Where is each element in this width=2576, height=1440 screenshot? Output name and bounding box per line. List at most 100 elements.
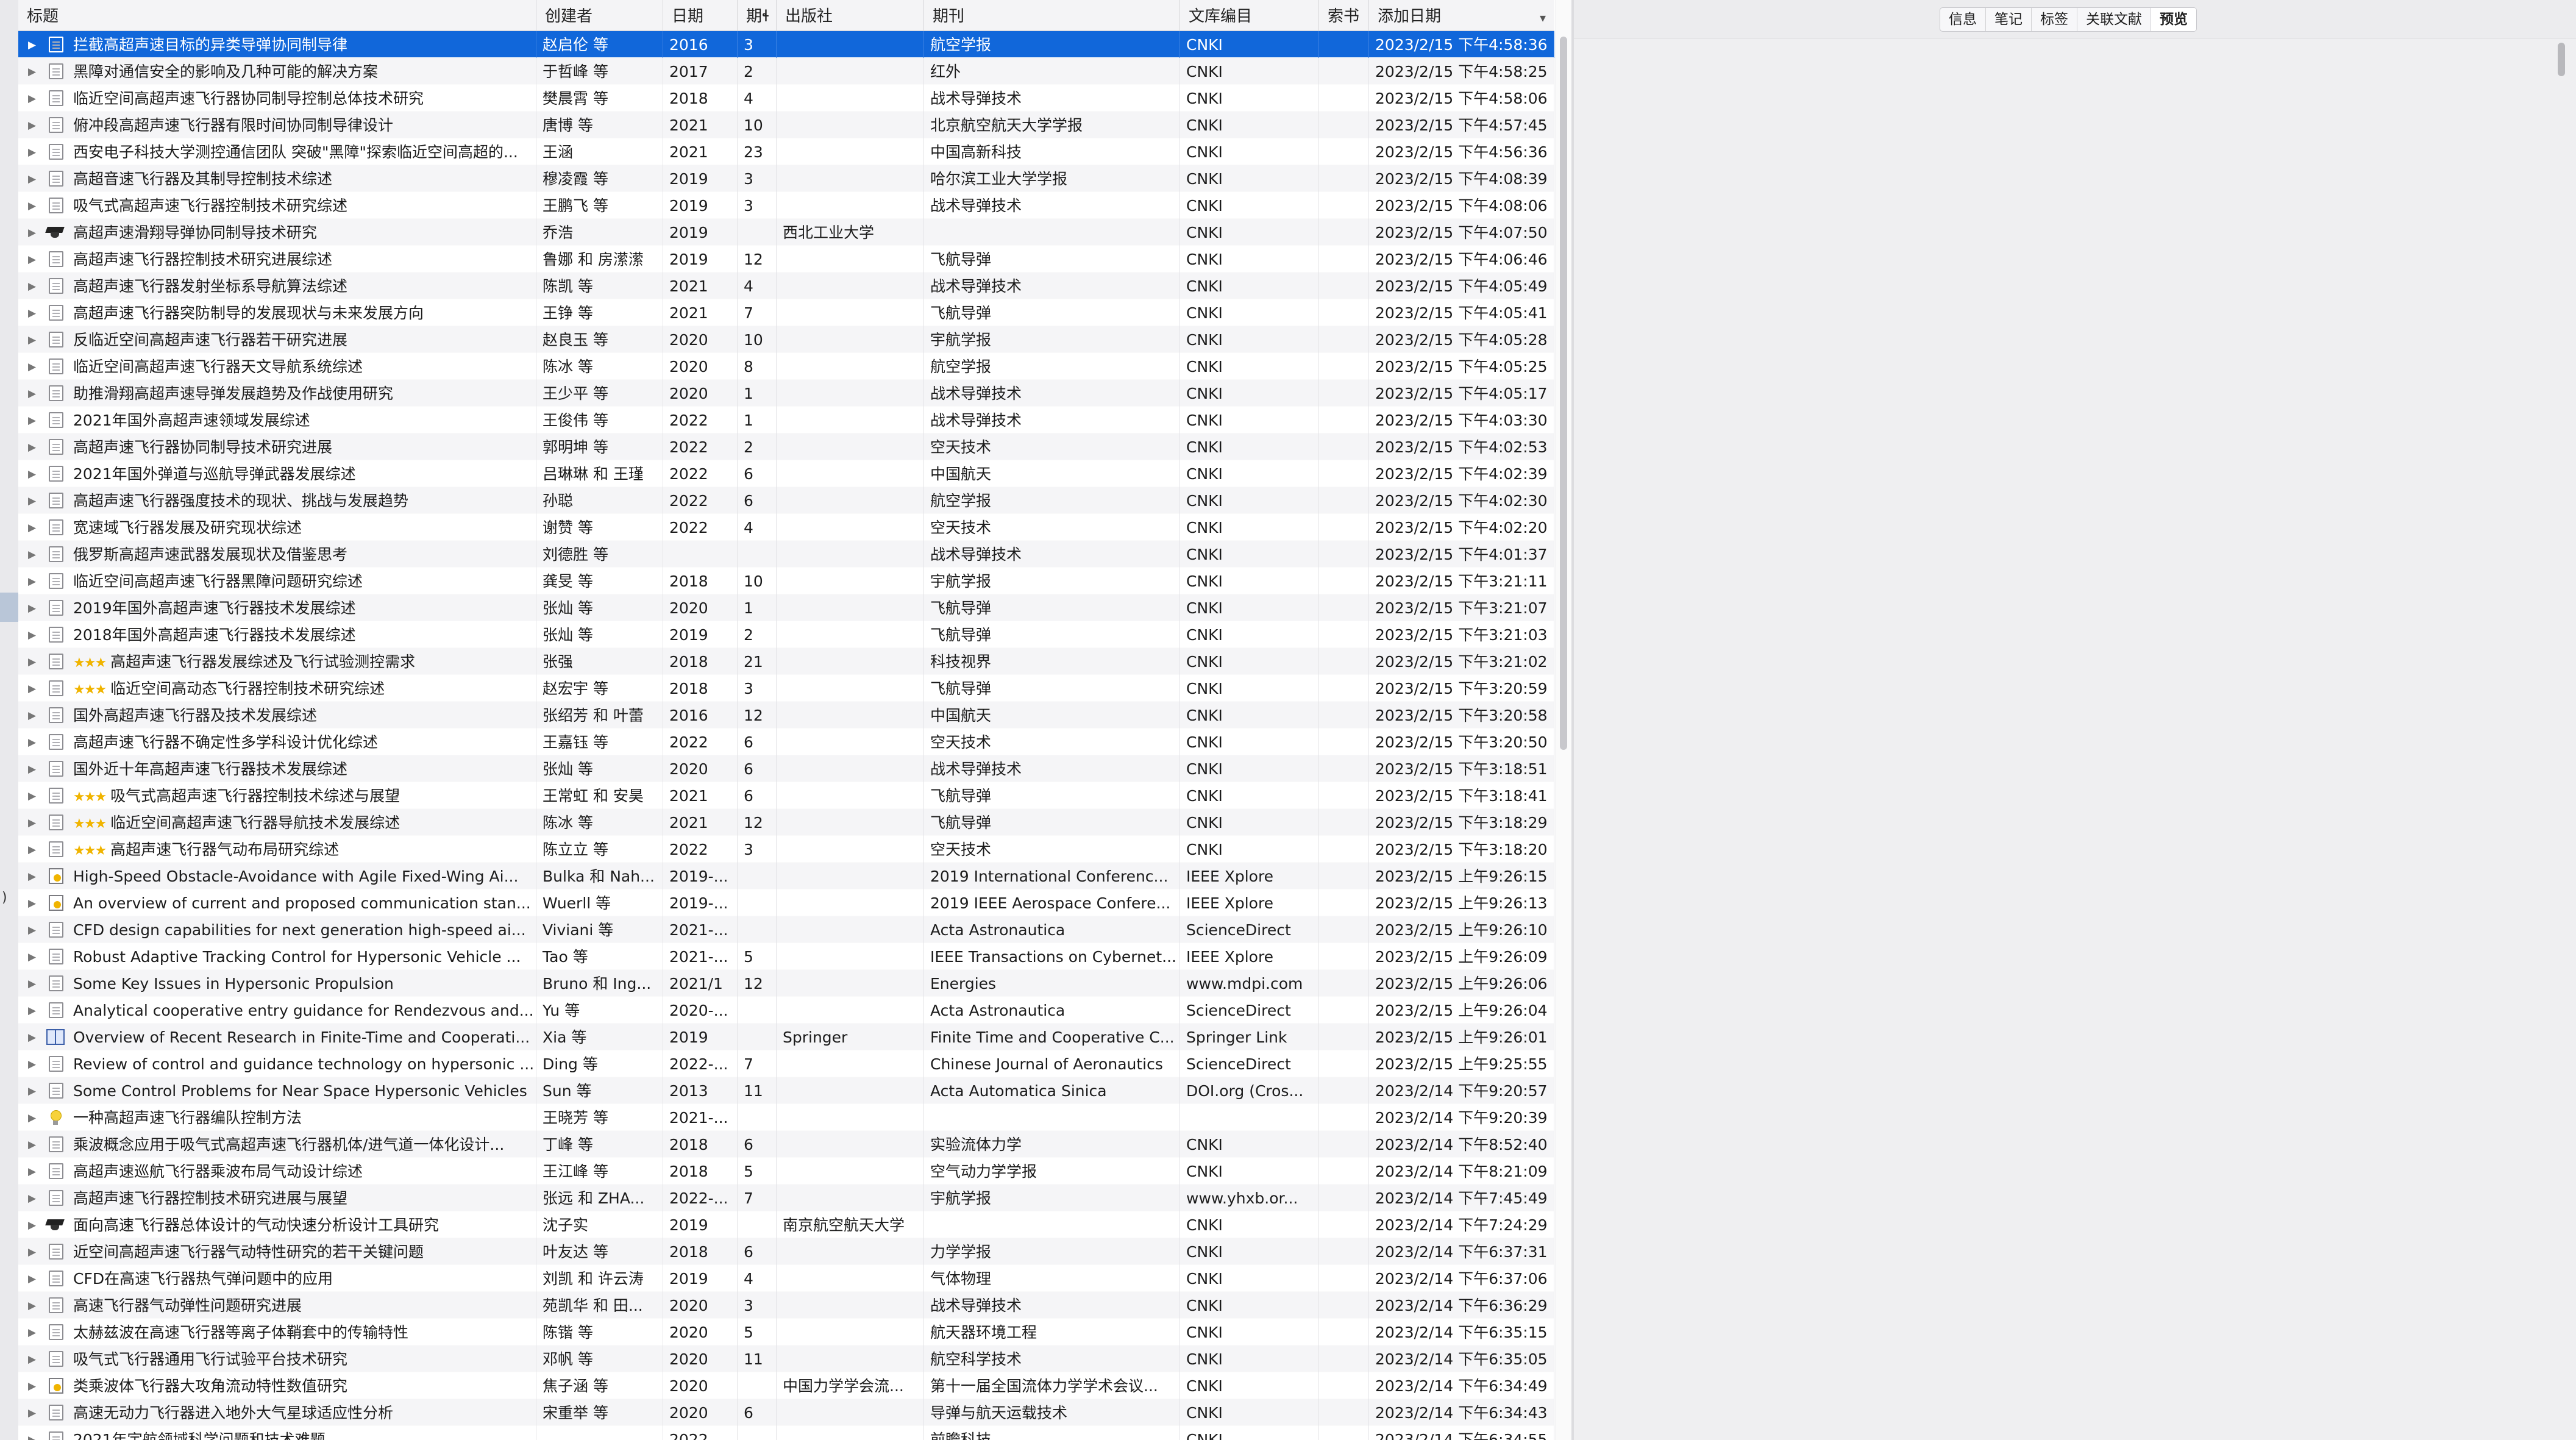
title-cell[interactable]: ▶ ★★★ 临近空间高动态飞行器控制技术研究综述 xyxy=(18,675,536,702)
expand-twisty-icon[interactable]: ▶ xyxy=(28,916,36,943)
table-row[interactable]: ▶ 高超声速飞行器控制技术研究进展与展望 张远 和 ZHA... 2022-... 7 宇… xyxy=(18,1185,1554,1211)
expand-twisty-icon[interactable]: ▶ xyxy=(28,433,36,460)
table-row[interactable]: ▶ 反临近空间高超声速飞行器若干研究进展 赵良玉 等 2020 10 宇航学报 CNKI 20… xyxy=(18,326,1554,353)
expand-twisty-icon[interactable]: ▶ xyxy=(28,514,36,541)
table-row[interactable]: ▶ 高超声速飞行器强度技术的现状、挑战与发展趋势 孙聪 2022 6 航空学报 CNKI 20… xyxy=(18,487,1554,514)
table-row[interactable]: ▶ 高超声速飞行器协同制导技术研究进展 郭明坤 等 2022 2 空天技术 CNKI 2023… xyxy=(18,433,1554,460)
table-row[interactable]: ▶ 面向高速飞行器总体设计的气动快速分析设计工具研究 沈子实 2019 南京航空航天大学… xyxy=(18,1211,1554,1238)
title-cell[interactable]: ▶ An overview of current and proposed com… xyxy=(18,889,536,916)
table-row[interactable]: ▶ ★★★ 吸气式高超声速飞行器控制技术综述与展望 王常虹 和 安昊 2021 6 飞航导弹… xyxy=(18,782,1554,809)
expand-twisty-icon[interactable]: ▶ xyxy=(28,460,36,487)
title-cell[interactable]: ▶ CFD在高速飞行器热气弹问题中的应用 xyxy=(18,1265,536,1292)
title-cell[interactable]: ▶ 临近空间高超声速飞行器黑障问题研究综述 xyxy=(18,568,536,594)
table-row[interactable]: ▶ 高超音速飞行器及其制导控制技术综述 穆凌霞 等 2019 3 哈尔滨工业大学学报 CNK… xyxy=(18,165,1554,192)
table-row[interactable]: ▶ 高超声速飞行器控制技术研究进展综述 鲁娜 和 房潆潆 2019 12 飞航导弹 CNKI… xyxy=(18,246,1554,273)
table-row[interactable]: ▶ 西安电子科技大学测控通信团队 突破"黑障"探索临近空间高超的... 王涵 2021… xyxy=(18,138,1554,165)
title-cell[interactable]: ▶ Some Control Problems for Near Space Hy… xyxy=(18,1077,536,1104)
title-cell[interactable]: ▶ 助推滑翔高超声速导弹发展趋势及作战使用研究 xyxy=(18,380,536,407)
expand-twisty-icon[interactable]: ▶ xyxy=(28,1265,36,1292)
tab-preview[interactable]: 预览 xyxy=(2151,8,2196,31)
expand-twisty-icon[interactable]: ▶ xyxy=(28,621,36,648)
title-cell[interactable]: ▶ 俯冲段高超声速飞行器有限时间协同制导律设计 xyxy=(18,112,536,138)
expand-twisty-icon[interactable]: ▶ xyxy=(28,353,36,380)
table-row[interactable]: ▶ 吸气式飞行器通用飞行试验平台技术研究 邓帆 等 2020 11 航空科学技术 CNKI 2… xyxy=(18,1346,1554,1372)
table-row[interactable]: ▶ 拦截高超声速目标的异类导弹协同制导律 赵启伦 等 2016 3 航空学报 CNKI 202… xyxy=(18,31,1554,58)
title-cell[interactable]: ▶ 高超声速飞行器控制技术研究进展综述 xyxy=(18,246,536,273)
expand-twisty-icon[interactable]: ▶ xyxy=(28,1399,36,1426)
table-row[interactable]: ▶ 类乘波体飞行器大攻角流动特性数值研究 焦子涵 等 2020 中国力学学会流... 第十… xyxy=(18,1372,1554,1399)
expand-twisty-icon[interactable]: ▶ xyxy=(28,648,36,675)
title-cell[interactable]: ▶ 高超声速飞行器控制技术研究进展与展望 xyxy=(18,1185,536,1211)
column-header-publisher[interactable]: 出版社 xyxy=(777,0,924,30)
title-cell[interactable]: ▶ 吸气式飞行器通用飞行试验平台技术研究 xyxy=(18,1346,536,1372)
title-cell[interactable]: ▶ 西安电子科技大学测控通信团队 突破"黑障"探索临近空间高超的... xyxy=(18,138,536,165)
expand-twisty-icon[interactable]: ▶ xyxy=(28,755,36,782)
column-header-date-added[interactable]: 添加日期 ▾ xyxy=(1369,0,1554,30)
expand-twisty-icon[interactable]: ▶ xyxy=(28,407,36,433)
title-cell[interactable]: ▶ 反临近空间高超声速飞行器若干研究进展 xyxy=(18,326,536,353)
table-row[interactable]: ▶ 国外近十年高超声速飞行器技术发展综述 张灿 等 2020 6 战术导弹技术 CNKI 20… xyxy=(18,755,1554,782)
table-row[interactable]: ▶ 高超声速飞行器突防制导的发展现状与未来发展方向 王铮 等 2021 7 飞航导弹 CNK… xyxy=(18,299,1554,326)
title-cell[interactable]: ▶ Analytical cooperative entry guidance f… xyxy=(18,997,536,1024)
expand-twisty-icon[interactable]: ▶ xyxy=(28,1024,36,1050)
title-cell[interactable]: ▶ 面向高速飞行器总体设计的气动快速分析设计工具研究 xyxy=(18,1211,536,1238)
table-row[interactable]: ▶ CFD在高速飞行器热气弹问题中的应用 刘凯 和 许云涛 2019 4 气体物理 CNKI… xyxy=(18,1265,1554,1292)
title-cell[interactable]: ▶ ★★★ 吸气式高超声速飞行器控制技术综述与展望 xyxy=(18,782,536,809)
expand-twisty-icon[interactable]: ▶ xyxy=(28,1346,36,1372)
title-cell[interactable]: ▶ Overview of Recent Research in Finite-T… xyxy=(18,1024,536,1050)
column-header-journal[interactable]: 期刊 xyxy=(924,0,1180,30)
expand-twisty-icon[interactable]: ▶ xyxy=(28,380,36,407)
title-cell[interactable]: ▶ 高速无动力飞行器进入地外大气星球适应性分析 xyxy=(18,1399,536,1426)
title-cell[interactable]: ▶ Review of control and guidance technolo… xyxy=(18,1050,536,1077)
expand-twisty-icon[interactable]: ▶ xyxy=(28,594,36,621)
title-cell[interactable]: ▶ 太赫兹波在高速飞行器等离子体鞘套中的传输特性 xyxy=(18,1319,536,1346)
table-row[interactable]: ▶ 国外高超声速飞行器及技术发展综述 张绍芳 和 叶蕾 2016 12 中国航天 CNKI 2… xyxy=(18,702,1554,729)
expand-twisty-icon[interactable]: ▶ xyxy=(28,1238,36,1265)
title-cell[interactable]: ▶ Some Key Issues in Hypersonic Propulsio… xyxy=(18,970,536,997)
items-scrollbar-thumb[interactable] xyxy=(1560,37,1567,750)
table-row[interactable]: ▶ 2021年宇航领域科学问题和技术难题 2022 前瞻科技 CNKI 2023/2/14… xyxy=(18,1426,1554,1440)
title-cell[interactable]: ▶ 高速飞行器气动弹性问题研究进展 xyxy=(18,1292,536,1319)
table-row[interactable]: ▶ 宽速域飞行器发展及研究现状综述 谢赞 等 2022 4 空天技术 CNKI 2023/2/… xyxy=(18,514,1554,541)
table-row[interactable]: ▶ 高速飞行器气动弹性问题研究进展 苑凯华 和 田... 2020 3 战术导弹技术 CNK… xyxy=(18,1292,1554,1319)
expand-twisty-icon[interactable]: ▶ xyxy=(28,809,36,836)
expand-twisty-icon[interactable]: ▶ xyxy=(28,1077,36,1104)
tab-notes[interactable]: 笔记 xyxy=(1986,8,2032,31)
expand-twisty-icon[interactable]: ▶ xyxy=(28,1185,36,1211)
title-cell[interactable]: ▶ ★★★ 高超声速飞行器发展综述及飞行试验测控需求 xyxy=(18,648,536,675)
table-row[interactable]: ▶ Review of control and guidance technolo… xyxy=(18,1050,1554,1077)
title-cell[interactable]: ▶ Robust Adaptive Tracking Control for Hy… xyxy=(18,943,536,970)
expand-twisty-icon[interactable]: ▶ xyxy=(28,165,36,192)
collections-pane-edge[interactable]: ) xyxy=(0,0,19,1440)
table-row[interactable]: ▶ Some Control Problems for Near Space Hy… xyxy=(18,1077,1554,1104)
title-cell[interactable]: ▶ 高超声速飞行器发射坐标系导航算法综述 xyxy=(18,273,536,299)
tab-info[interactable]: 信息 xyxy=(1940,8,1986,31)
table-row[interactable]: ▶ 临近空间高超声速飞行器协同制导控制总体技术研究 樊晨霄 等 2018 4 战术导弹技术… xyxy=(18,85,1554,112)
title-cell[interactable]: ▶ 近空间高超声速飞行器气动特性研究的若干关键问题 xyxy=(18,1238,536,1265)
expand-twisty-icon[interactable]: ▶ xyxy=(28,1426,36,1440)
title-cell[interactable]: ▶ 2021年国外弹道与巡航导弹武器发展综述 xyxy=(18,460,536,487)
table-row[interactable]: ▶ Overview of Recent Research in Finite-T… xyxy=(18,1024,1554,1050)
table-row[interactable]: ▶ 俯冲段高超声速飞行器有限时间协同制导律设计 唐博 等 2021 10 北京航空航天大学… xyxy=(18,112,1554,138)
title-cell[interactable]: ▶ 拦截高超声速目标的异类导弹协同制导律 xyxy=(18,31,536,58)
expand-twisty-icon[interactable]: ▶ xyxy=(28,729,36,755)
column-header-date[interactable]: 日期 xyxy=(663,0,738,30)
table-row[interactable]: ▶ Robust Adaptive Tracking Control for Hy… xyxy=(18,943,1554,970)
table-row[interactable]: ▶ 一种高超声速飞行器编队控制方法 王晓芳 等 2021-... 2023/2/14 下… xyxy=(18,1104,1554,1131)
table-row[interactable]: ▶ 高超声速巡航飞行器乘波布局气动设计综述 王江峰 等 2018 5 空气动力学学报 CNK… xyxy=(18,1158,1554,1185)
title-cell[interactable]: ▶ High-Speed Obstacle-Avoidance with Agil… xyxy=(18,863,536,889)
title-cell[interactable]: ▶ 国外近十年高超声速飞行器技术发展综述 xyxy=(18,755,536,782)
column-header-creator[interactable]: 创建者 xyxy=(536,0,663,30)
table-row[interactable]: ▶ 2021年国外弹道与巡航导弹武器发展综述 吕琳琳 和 王瑾 2022 6 中国航天 CN… xyxy=(18,460,1554,487)
table-row[interactable]: ▶ 俄罗斯高超声速武器发展现状及借鉴思考 刘德胜 等 战术导弹技术 CNKI 2023/2… xyxy=(18,541,1554,568)
title-cell[interactable]: ▶ 一种高超声速飞行器编队控制方法 xyxy=(18,1104,536,1131)
expand-twisty-icon[interactable]: ▶ xyxy=(28,1292,36,1319)
table-row[interactable]: ▶ 太赫兹波在高速飞行器等离子体鞘套中的传输特性 陈锴 等 2020 5 航天器环境工程 C… xyxy=(18,1319,1554,1346)
expand-twisty-icon[interactable]: ▶ xyxy=(28,138,36,165)
expand-twisty-icon[interactable]: ▶ xyxy=(28,1104,36,1131)
preview-scrollbar-thumb[interactable] xyxy=(2558,43,2565,76)
expand-twisty-icon[interactable]: ▶ xyxy=(28,782,36,809)
column-header-title[interactable]: 标题 xyxy=(18,0,536,30)
table-row[interactable]: ▶ 2018年国外高超声速飞行器技术发展综述 张灿 等 2019 2 飞航导弹 CNKI 20… xyxy=(18,621,1554,648)
expand-twisty-icon[interactable]: ▶ xyxy=(28,246,36,273)
